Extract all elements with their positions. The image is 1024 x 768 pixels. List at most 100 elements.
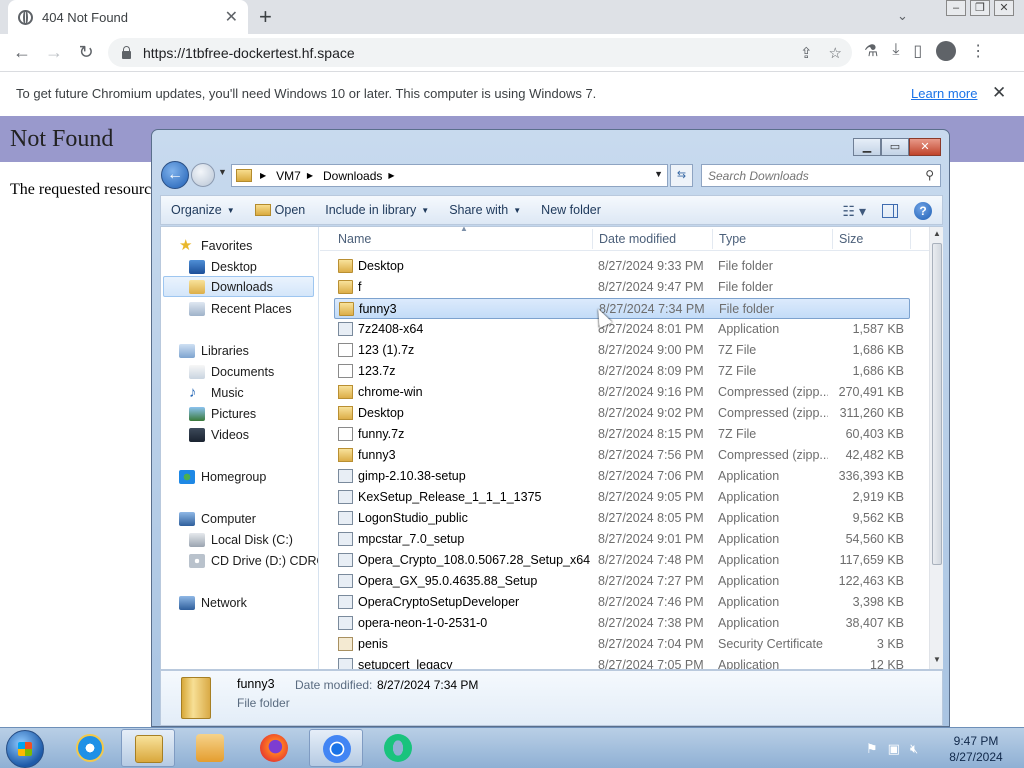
nav-favorites[interactable]: ★ Favorites bbox=[179, 235, 252, 256]
file-row[interactable]: LogonStudio_public 8/27/2024 8:05 PM Appli… bbox=[334, 508, 910, 529]
refresh-icon[interactable]: ⇆ bbox=[670, 164, 693, 187]
scroll-up-icon[interactable]: ▲ bbox=[933, 229, 941, 238]
learn-more-link[interactable]: Learn more bbox=[911, 86, 977, 101]
search-icon[interactable]: ⚲ bbox=[925, 168, 934, 182]
infobar-close-icon[interactable]: ✕ bbox=[992, 83, 1006, 103]
file-row[interactable]: Opera_GX_95.0.4635.88_Setup 8/27/2024 7:2… bbox=[334, 571, 910, 592]
file-row[interactable]: KexSetup_Release_1_1_1_1375 8/27/2024 9:0… bbox=[334, 487, 910, 508]
preview-pane-icon[interactable] bbox=[882, 204, 898, 218]
nav-downloads[interactable]: Downloads bbox=[163, 276, 314, 297]
taskbar-firefox[interactable] bbox=[247, 729, 301, 767]
share-with-button[interactable]: Share with ▼ bbox=[439, 203, 531, 217]
back-arrow-icon[interactable]: ← bbox=[6, 42, 38, 63]
menu-kebab-icon[interactable]: ⋮ bbox=[970, 41, 986, 61]
nav-pictures[interactable]: Pictures bbox=[189, 403, 256, 424]
restore-button[interactable]: ❐ bbox=[970, 0, 990, 16]
minimize-button[interactable]: – bbox=[946, 0, 966, 16]
file-row[interactable]: 123.7z 8/27/2024 8:09 PM 7Z File 1,686 KB bbox=[334, 361, 910, 382]
vertical-scrollbar[interactable]: ▲ ▼ bbox=[929, 227, 943, 669]
tab-search-chevron-icon[interactable]: ⌄ bbox=[897, 8, 908, 24]
new-folder-button[interactable]: New folder bbox=[531, 203, 611, 217]
nav-music[interactable]: ♪ Music bbox=[189, 382, 244, 403]
taskbar-opera[interactable] bbox=[371, 729, 425, 767]
file-row[interactable]: gimp-2.10.38-setup 8/27/2024 7:06 PM Appli… bbox=[334, 466, 910, 487]
file-row[interactable]: chrome-win 8/27/2024 9:16 PM Compressed (z… bbox=[334, 382, 910, 403]
action-center-flag-icon[interactable]: ⚑ bbox=[866, 741, 878, 757]
explorer-back-button[interactable]: ← bbox=[161, 161, 189, 189]
nav-documents[interactable]: Documents bbox=[189, 361, 274, 382]
taskbar-media-player[interactable] bbox=[183, 729, 237, 767]
forward-arrow-icon[interactable]: → bbox=[38, 42, 70, 63]
share-icon[interactable]: ⇪ bbox=[800, 44, 813, 62]
taskbar-internet-explorer[interactable] bbox=[63, 729, 117, 767]
address-bar[interactable]: https://1tbfree-dockertest.hf.space ⇪ ☆ bbox=[108, 38, 852, 67]
breadcrumb-vm7[interactable]: VM7 bbox=[276, 169, 301, 183]
file-row[interactable]: penis 8/27/2024 7:04 PM Security Certifica… bbox=[334, 634, 910, 655]
explorer-minimize-button[interactable]: ▁ bbox=[853, 138, 881, 156]
open-button[interactable]: Open bbox=[245, 203, 316, 217]
file-row[interactable]: funny3 8/27/2024 7:34 PM File folder bbox=[334, 298, 910, 319]
tab-close-icon[interactable]: ✕ bbox=[225, 7, 238, 27]
file-row[interactable]: funny.7z 8/27/2024 8:15 PM 7Z File 60,403 K… bbox=[334, 424, 910, 445]
column-size[interactable]: Size bbox=[839, 232, 863, 246]
file-row[interactable]: mpcstar_7.0_setup 8/27/2024 9:01 PM Applic… bbox=[334, 529, 910, 550]
file-row[interactable]: f 8/27/2024 9:47 PM File folder bbox=[334, 277, 910, 298]
nav-computer[interactable]: Computer bbox=[179, 508, 256, 529]
explorer-close-button[interactable]: ✕ bbox=[909, 138, 941, 156]
explorer-maximize-button[interactable]: ▭ bbox=[881, 138, 909, 156]
file-row[interactable]: Opera_Crypto_108.0.5067.28_Setup_x64 8/27… bbox=[334, 550, 910, 571]
new-tab-button[interactable]: + bbox=[259, 4, 272, 30]
app-icon bbox=[338, 511, 353, 525]
profile-avatar[interactable] bbox=[936, 41, 957, 61]
nav-cd-drive[interactable]: CD Drive (D:) CDROM bbox=[189, 550, 318, 571]
nav-homegroup[interactable]: Homegroup bbox=[179, 466, 266, 487]
file-row[interactable]: Desktop 8/27/2024 9:02 PM Compressed (zipp… bbox=[334, 403, 910, 424]
clock[interactable]: 9:47 PM 8/27/2024 bbox=[936, 733, 1016, 765]
explorer-forward-button[interactable] bbox=[191, 163, 215, 187]
file-row[interactable]: funny3 8/27/2024 7:56 PM Compressed (zipp.… bbox=[334, 445, 910, 466]
command-bar: Organize ▼ Open Include in library ▼ Share… bbox=[160, 195, 943, 225]
close-window-button[interactable]: ✕ bbox=[994, 0, 1014, 16]
nav-local-disk[interactable]: Local Disk (C:) bbox=[189, 529, 293, 550]
change-view-icon[interactable]: ☷ ▾ bbox=[843, 203, 866, 220]
nav-videos[interactable]: Videos bbox=[189, 424, 249, 445]
organize-button[interactable]: Organize ▼ bbox=[161, 203, 245, 217]
browser-tab[interactable]: 404 Not Found ✕ bbox=[8, 0, 248, 34]
bookmark-star-icon[interactable]: ☆ bbox=[829, 44, 842, 62]
file-row[interactable]: 123 (1).7z 8/27/2024 9:00 PM 7Z File 1,686 … bbox=[334, 340, 910, 361]
column-name[interactable]: Name bbox=[338, 232, 371, 246]
taskbar-chromium[interactable] bbox=[309, 729, 363, 767]
taskbar-file-explorer[interactable] bbox=[121, 729, 175, 767]
include-in-library-button[interactable]: Include in library ▼ bbox=[315, 203, 439, 217]
nav-desktop[interactable]: Desktop bbox=[189, 256, 257, 277]
address-dropdown-icon[interactable]: ▼ bbox=[654, 169, 663, 179]
file-row[interactable]: opera-neon-1-0-2531-0 8/27/2024 7:38 PM Ap… bbox=[334, 613, 910, 634]
network-tray-icon[interactable]: ▣ bbox=[888, 741, 900, 757]
column-date-modified[interactable]: Date modified bbox=[599, 232, 676, 246]
search-input[interactable] bbox=[708, 168, 908, 183]
lab-flask-icon[interactable]: ⚗ bbox=[864, 41, 878, 61]
file-row[interactable]: setupcert_legacy 8/27/2024 7:05 PM Applica… bbox=[334, 655, 910, 669]
start-button[interactable] bbox=[6, 730, 44, 768]
file-row[interactable]: 7z2408-x64 8/27/2024 8:01 PM Application 1,… bbox=[334, 319, 910, 340]
reload-icon[interactable]: ↻ bbox=[70, 42, 102, 63]
file-type: 7Z File bbox=[718, 427, 757, 441]
search-downloads-field[interactable]: ⚲ bbox=[701, 164, 941, 187]
nav-libraries[interactable]: Libraries bbox=[179, 340, 249, 361]
nav-network[interactable]: Network bbox=[179, 592, 247, 613]
help-icon[interactable]: ? bbox=[914, 202, 932, 220]
volume-muted-icon[interactable]: 🔇︎ bbox=[910, 741, 918, 757]
scroll-thumb[interactable] bbox=[932, 243, 942, 565]
column-type[interactable]: Type bbox=[719, 232, 746, 246]
file-row[interactable]: OperaCryptoSetupDeveloper 8/27/2024 7:46 … bbox=[334, 592, 910, 613]
folder-icon bbox=[236, 169, 252, 182]
scroll-down-icon[interactable]: ▼ bbox=[933, 655, 941, 664]
breadcrumb-downloads[interactable]: Downloads bbox=[323, 169, 382, 183]
lock-icon[interactable] bbox=[122, 45, 131, 59]
download-icon[interactable]: ⤓ bbox=[892, 41, 899, 61]
recent-pages-dropdown-icon[interactable]: ▼ bbox=[218, 167, 227, 177]
explorer-breadcrumb[interactable]: ▶ VM7 ▶ Downloads ▶ ▼ bbox=[231, 164, 668, 187]
file-row[interactable]: Desktop 8/27/2024 9:33 PM File folder bbox=[334, 256, 910, 277]
side-panel-icon[interactable]: ▯ bbox=[913, 41, 922, 61]
nav-recent-places[interactable]: Recent Places bbox=[189, 298, 292, 319]
